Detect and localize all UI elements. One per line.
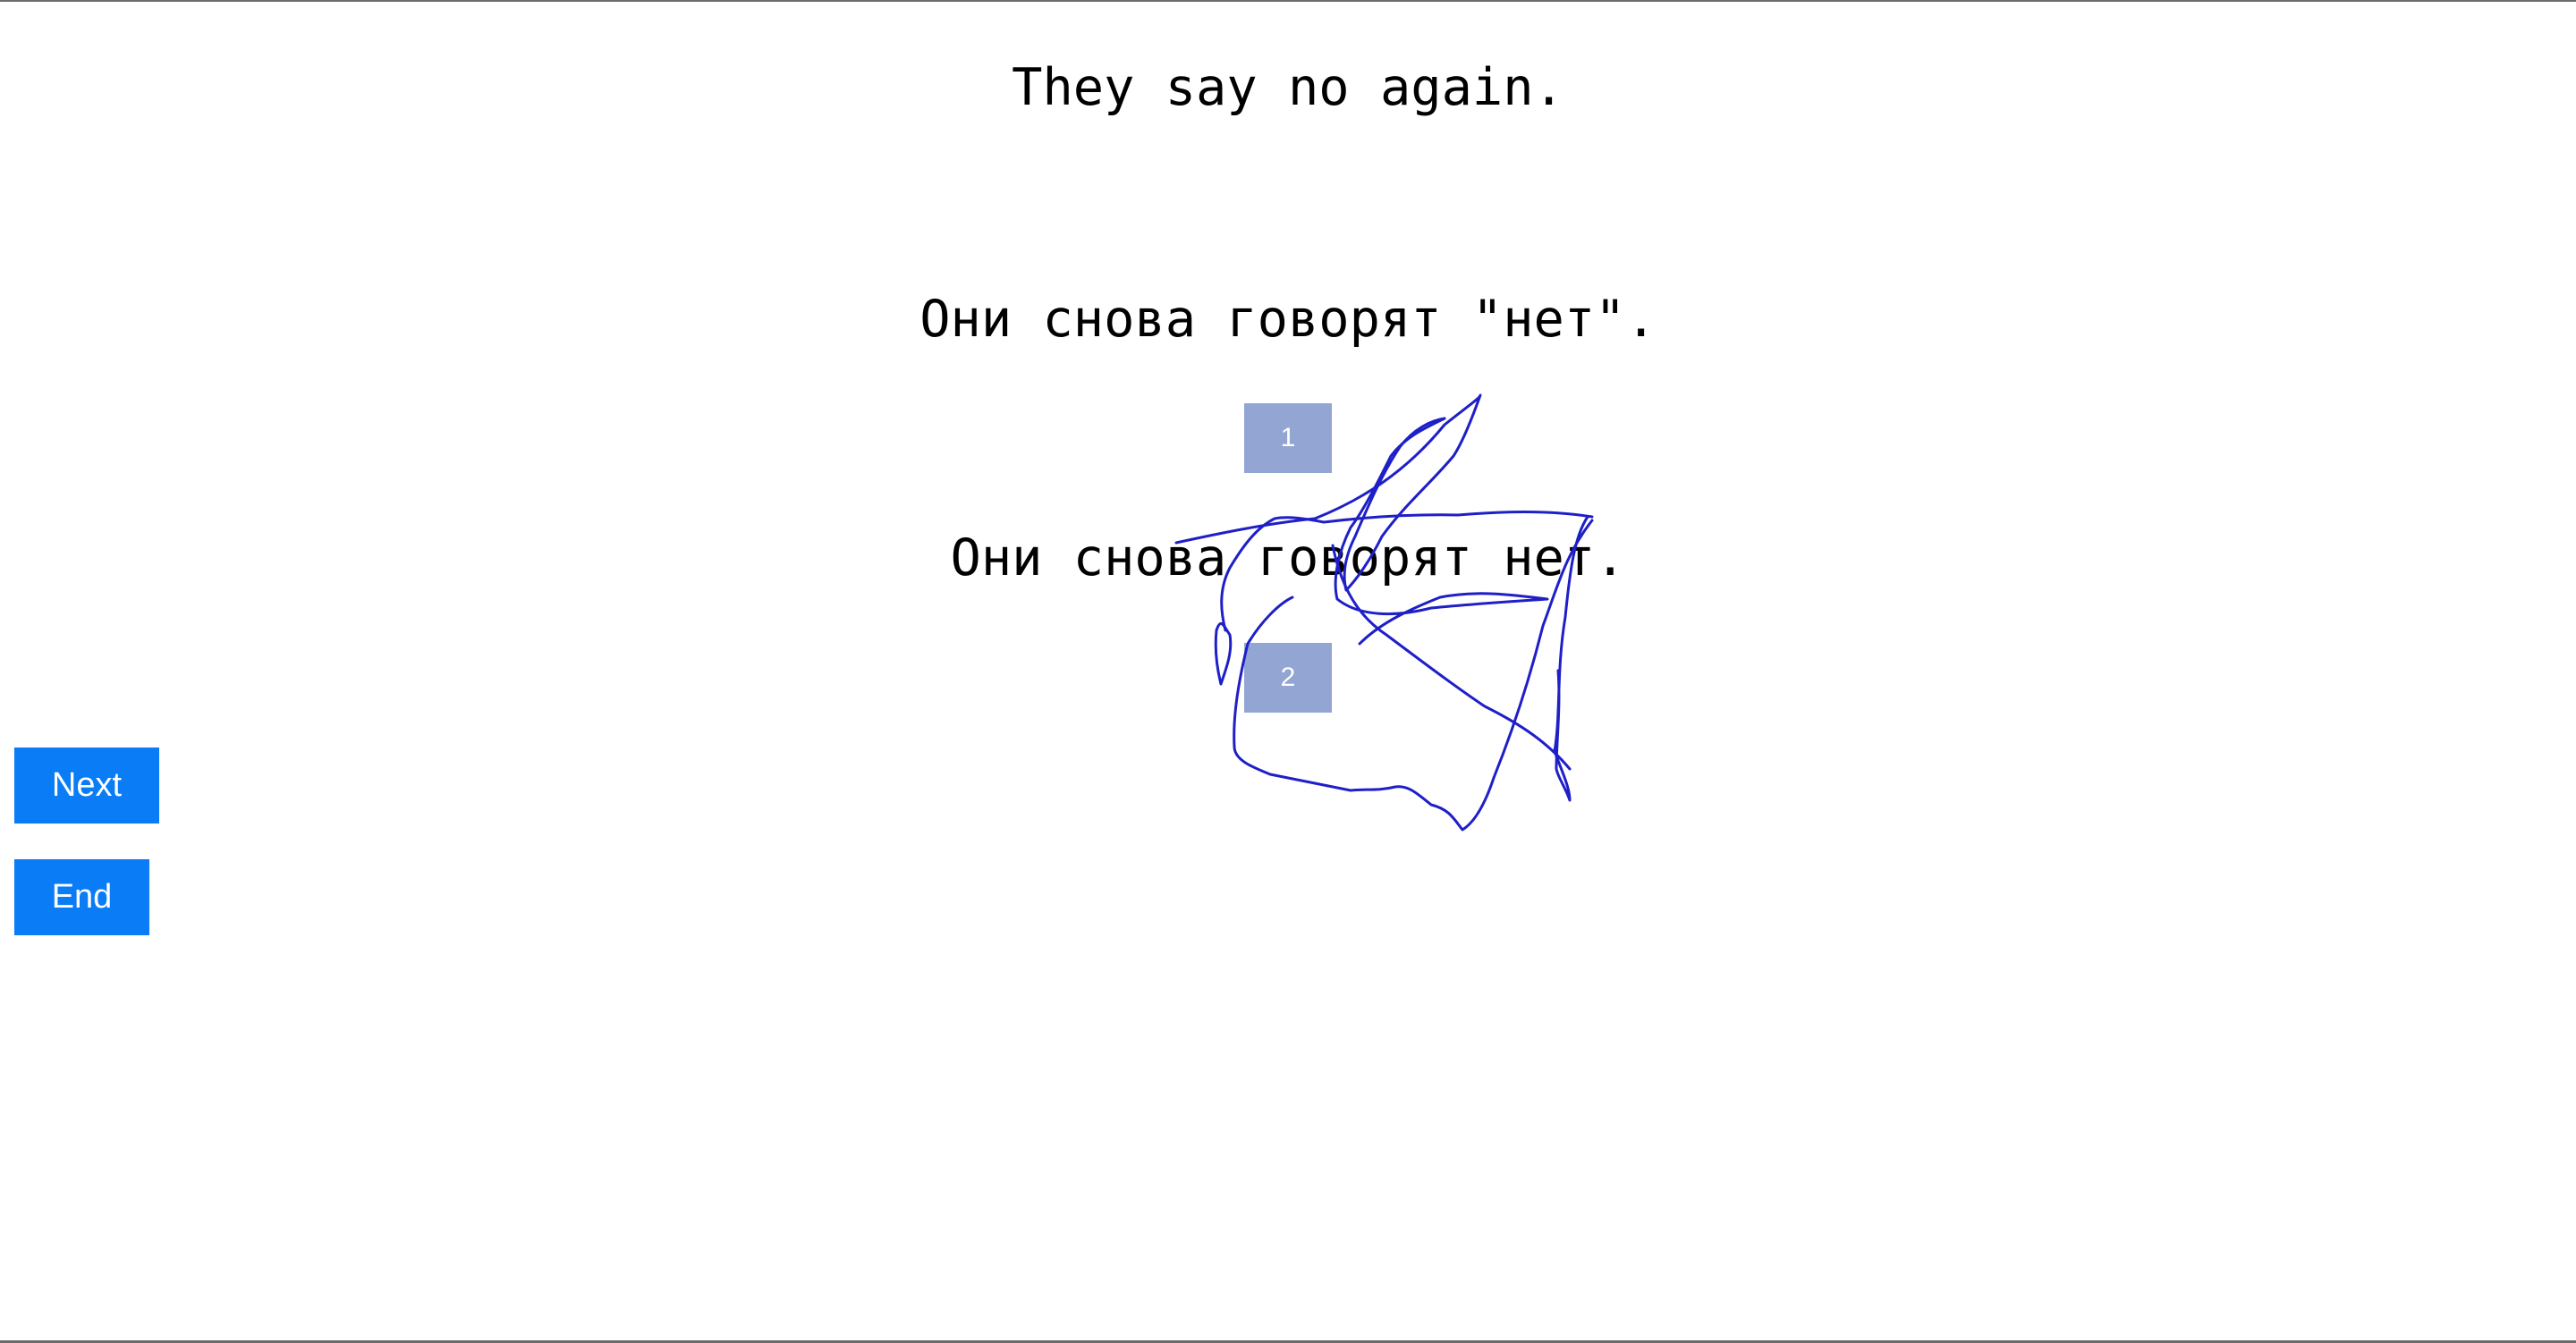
top-border [0, 0, 2576, 2]
pen-stroke [1214, 621, 1233, 686]
next-button[interactable]: Next [14, 748, 159, 824]
rank-box-1[interactable]: 1 [1244, 403, 1332, 473]
rank-box-2[interactable]: 2 [1244, 643, 1332, 713]
translation-sentence-2: Они снова говорят нет. [950, 528, 1626, 587]
end-button[interactable]: End [14, 859, 149, 935]
source-sentence: They say no again. [1012, 58, 1564, 117]
translation-sentence-1: Они снова говорят "нет". [919, 290, 1657, 349]
